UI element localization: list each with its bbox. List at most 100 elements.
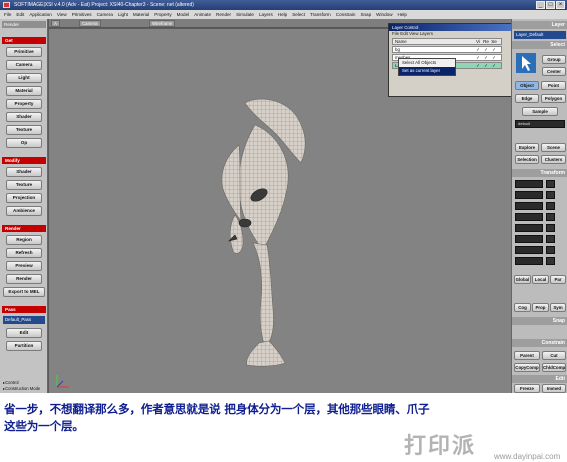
shader-button[interactable]: Shader [6, 112, 42, 122]
childcomp-button[interactable]: ChldComp [542, 363, 566, 372]
pass-dropdown[interactable]: Default_Pass [3, 316, 45, 324]
menu-item[interactable]: Material [133, 10, 149, 19]
menu-item[interactable]: Camera [97, 10, 113, 19]
transform-lock[interactable] [546, 235, 555, 243]
maximize-icon[interactable]: □ [546, 1, 555, 9]
projection-button[interactable]: Projection [6, 193, 42, 203]
control-item[interactable]: ▸Control [3, 380, 46, 385]
transform-lock[interactable] [546, 246, 555, 254]
ambience-button[interactable]: Ambience [6, 206, 42, 216]
transform-lock[interactable] [546, 191, 555, 199]
check-icon[interactable]: ✓ [491, 55, 497, 60]
check-icon[interactable]: ✓ [475, 63, 481, 68]
export-button[interactable]: Export to MEL [3, 287, 45, 297]
check-icon[interactable]: ✓ [491, 47, 497, 52]
menu-item[interactable]: Light [118, 10, 128, 19]
par-button[interactable]: Par [550, 275, 566, 284]
toolbar-mode-label[interactable]: Render [2, 21, 46, 28]
global-button[interactable]: Global [514, 275, 531, 284]
copycomp-button[interactable]: CopyComp [514, 363, 540, 372]
transform-lock[interactable] [546, 213, 555, 221]
menu-item[interactable]: File [4, 10, 11, 19]
immed-button[interactable]: Immed [542, 384, 566, 393]
group-button[interactable]: Group [542, 55, 566, 64]
transform-field[interactable] [515, 180, 543, 188]
transform-field[interactable] [515, 235, 543, 243]
pass-edit-button[interactable]: Edit [6, 328, 42, 338]
render-button[interactable]: Render [6, 274, 42, 284]
select-arrow-icon[interactable] [516, 53, 536, 73]
layer-dropdown[interactable]: Layer_Default [514, 31, 566, 39]
menu-item[interactable]: Model [177, 10, 190, 19]
transform-lock[interactable] [546, 202, 555, 210]
region-button[interactable]: Region [6, 235, 42, 245]
modify-shader-button[interactable]: Shader [6, 167, 42, 177]
scene-button[interactable]: Scene [541, 143, 566, 152]
layer-row[interactable]: bg ✓ ✓ ✓ [392, 46, 502, 53]
menu-item[interactable]: Property [154, 10, 171, 19]
transform-field[interactable] [515, 246, 543, 254]
refresh-button[interactable]: Refresh [6, 248, 42, 258]
camera-button[interactable]: Camera [6, 60, 42, 70]
minimize-icon[interactable]: _ [536, 1, 545, 9]
menu-item[interactable]: Constrain [336, 10, 356, 19]
menu-item[interactable]: Application [29, 10, 51, 19]
check-icon[interactable]: ✓ [475, 55, 481, 60]
check-icon[interactable]: ✓ [491, 63, 497, 68]
camera-dropdown[interactable]: Camera [79, 20, 101, 27]
construction-mode-item[interactable]: ▸Construction Mode [3, 386, 46, 391]
primitive-button[interactable]: Primitive [6, 47, 42, 57]
edge-button[interactable]: Edge [515, 94, 539, 103]
menu-item[interactable]: Snap [360, 10, 371, 19]
sym-button[interactable]: Sym [550, 303, 566, 312]
check-icon[interactable]: ✓ [483, 55, 489, 60]
select-all-objects-item[interactable]: Select All Objects [399, 59, 455, 67]
transform-lock[interactable] [546, 224, 555, 232]
material-button[interactable]: Material [6, 86, 42, 96]
point-button[interactable]: Point [541, 81, 566, 90]
property-button[interactable]: Property [6, 99, 42, 109]
layer-panel-menu[interactable]: File Edit View Layers [389, 31, 512, 37]
modify-texture-button[interactable]: Texture [6, 180, 42, 190]
parent-button[interactable]: Parent [514, 351, 540, 360]
menu-item[interactable]: Transform [310, 10, 331, 19]
freeze-button[interactable]: Freeze [514, 384, 540, 393]
light-button[interactable]: Light [6, 73, 42, 83]
menu-item[interactable]: Help [398, 10, 407, 19]
center-button[interactable]: Center [542, 67, 566, 76]
local-button[interactable]: Local [532, 275, 549, 284]
transform-field[interactable] [515, 213, 543, 221]
partition-button[interactable]: Partition [6, 341, 42, 351]
sample-button[interactable]: Sample [522, 107, 558, 116]
selected-object-field[interactable]: default [515, 120, 565, 128]
menu-item[interactable]: Edit [16, 10, 24, 19]
check-icon[interactable]: ✓ [475, 47, 481, 52]
transform-lock[interactable] [546, 180, 555, 188]
prop-button[interactable]: Prop [532, 303, 549, 312]
selection-button[interactable]: Selection [515, 155, 539, 164]
transform-field[interactable] [515, 257, 543, 265]
op-button[interactable]: Op [6, 138, 42, 148]
menu-item[interactable]: Help [278, 10, 287, 19]
transform-field[interactable] [515, 224, 543, 232]
menu-item[interactable]: Animate [194, 10, 211, 19]
check-icon[interactable]: ✓ [483, 47, 489, 52]
menu-item[interactable]: Simulate [236, 10, 254, 19]
check-icon[interactable]: ✓ [483, 63, 489, 68]
view-mode-dropdown[interactable]: Wireframe [149, 20, 176, 27]
clusters-button[interactable]: Clusters [541, 155, 566, 164]
object-button[interactable]: Object [515, 81, 539, 90]
menu-item[interactable]: Select [292, 10, 305, 19]
transform-field[interactable] [515, 191, 543, 199]
menu-item[interactable]: Render [216, 10, 231, 19]
menu-item[interactable]: View [57, 10, 67, 19]
texture-button[interactable]: Texture [6, 125, 42, 135]
preview-button[interactable]: Preview [6, 261, 42, 271]
viewport-letter-button[interactable]: A [51, 20, 60, 27]
menu-item[interactable]: Primitives [72, 10, 92, 19]
explore-button[interactable]: Explore [515, 143, 539, 152]
menu-item[interactable]: Layers [259, 10, 273, 19]
transform-lock[interactable] [546, 257, 555, 265]
transform-field[interactable] [515, 202, 543, 210]
menu-item[interactable]: Window [376, 10, 392, 19]
